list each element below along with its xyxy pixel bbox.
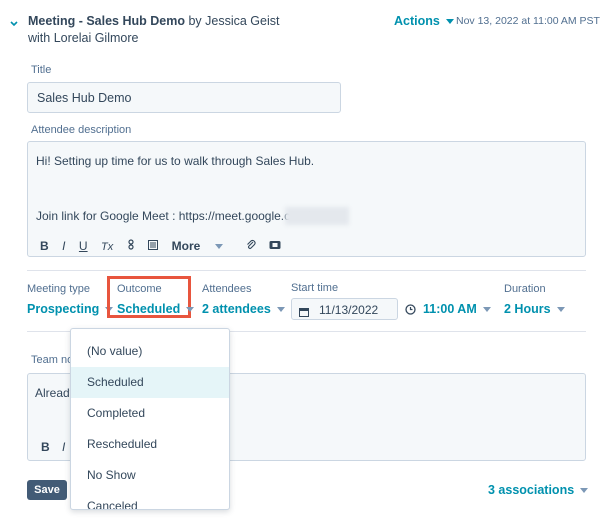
owner-name: Jessica Geist [205, 14, 280, 28]
start-time-value: 11:00 AM [423, 302, 477, 316]
with-contact: with Lorelai Gilmore [28, 31, 139, 45]
actions-button[interactable]: Actions [394, 14, 454, 28]
outcome-option[interactable]: Canceled [71, 491, 229, 509]
description-toolbar: B I U Tx More [40, 237, 290, 255]
attendees-value: 2 attendees [202, 302, 271, 316]
italic-button[interactable]: I [62, 239, 65, 253]
outcome-label: Outcome [117, 283, 162, 295]
attendees-caret-icon [276, 307, 285, 313]
duration-caret-icon [556, 307, 565, 313]
start-time-label: Start time [291, 282, 339, 294]
duration-label: Duration [504, 283, 546, 295]
duration-select[interactable]: 2 Hours [504, 302, 565, 316]
underline-button[interactable]: U [79, 239, 88, 253]
description-line-2: Join link for Google Meet : https://meet… [36, 209, 311, 223]
associations-button[interactable]: 3 associations [488, 483, 589, 497]
team-notes-bold-button[interactable]: B [41, 440, 50, 454]
divider-top [27, 270, 586, 271]
attachment-icon[interactable] [246, 239, 256, 253]
attendee-description-editor[interactable]: Hi! Setting up time for us to walk throu… [27, 141, 586, 257]
title-value: Sales Hub Demo [37, 91, 132, 105]
outcome-option[interactable]: Rescheduled [71, 429, 229, 460]
description-line-1: Hi! Setting up time for us to walk throu… [36, 154, 315, 168]
clock-icon [405, 302, 416, 320]
start-time-select[interactable]: 11:00 AM [423, 302, 491, 316]
duration-value: 2 Hours [504, 302, 551, 316]
meeting-type-label: Meeting type [27, 283, 90, 295]
more-caret-icon [215, 244, 224, 250]
by-text: by [188, 14, 202, 28]
attendee-description-label: Attendee description [31, 124, 132, 136]
associations-label: 3 associations [488, 483, 575, 497]
meeting-type-value: Prospecting [27, 302, 100, 316]
actions-caret-icon [445, 19, 454, 25]
activity-timestamp: Nov 13, 2022 at 11:00 AM PST [456, 15, 600, 27]
clear-format-button[interactable]: Tx [101, 241, 113, 253]
attendees-select[interactable]: 2 attendees [202, 302, 285, 316]
collapse-chevron-icon[interactable] [9, 16, 19, 34]
variable-icon[interactable] [127, 239, 135, 253]
title-input[interactable]: Sales Hub Demo [27, 82, 341, 113]
outcome-select[interactable]: Scheduled [117, 302, 195, 316]
meeting-type-select[interactable]: Prospecting [27, 302, 114, 316]
meeting-title[interactable]: Meeting - Sales Hub Demo [28, 14, 185, 28]
save-button[interactable]: Save [27, 480, 67, 500]
outcome-option[interactable]: Completed [71, 398, 229, 429]
bold-button[interactable]: B [40, 239, 49, 253]
start-date-input[interactable]: 11/13/2022 [291, 298, 398, 320]
outcome-caret-icon [186, 307, 195, 313]
attendees-label: Attendees [202, 283, 252, 295]
team-notes-italic-button[interactable]: I [62, 440, 65, 454]
video-icon[interactable] [269, 239, 281, 253]
outcome-dropdown-menu: (No value) Scheduled Completed Reschedul… [70, 328, 230, 510]
start-date-value: 11/13/2022 [319, 303, 379, 317]
outcome-option[interactable]: No Show [71, 460, 229, 491]
actions-label: Actions [394, 14, 440, 28]
start-time-caret-icon [482, 307, 491, 313]
activity-header: Meeting - Sales Hub Demo by Jessica Geis… [28, 14, 280, 28]
outcome-option[interactable]: (No value) [71, 336, 229, 367]
more-label: More [171, 239, 201, 253]
calendar-icon [299, 304, 309, 322]
outcome-option-selected[interactable]: Scheduled [71, 367, 229, 398]
more-menu[interactable]: More [172, 239, 233, 253]
outcome-value: Scheduled [117, 302, 181, 316]
title-label: Title [31, 64, 52, 76]
associations-caret-icon [580, 488, 589, 494]
redacted-link-blur [285, 207, 349, 225]
snippet-icon[interactable] [148, 239, 159, 253]
